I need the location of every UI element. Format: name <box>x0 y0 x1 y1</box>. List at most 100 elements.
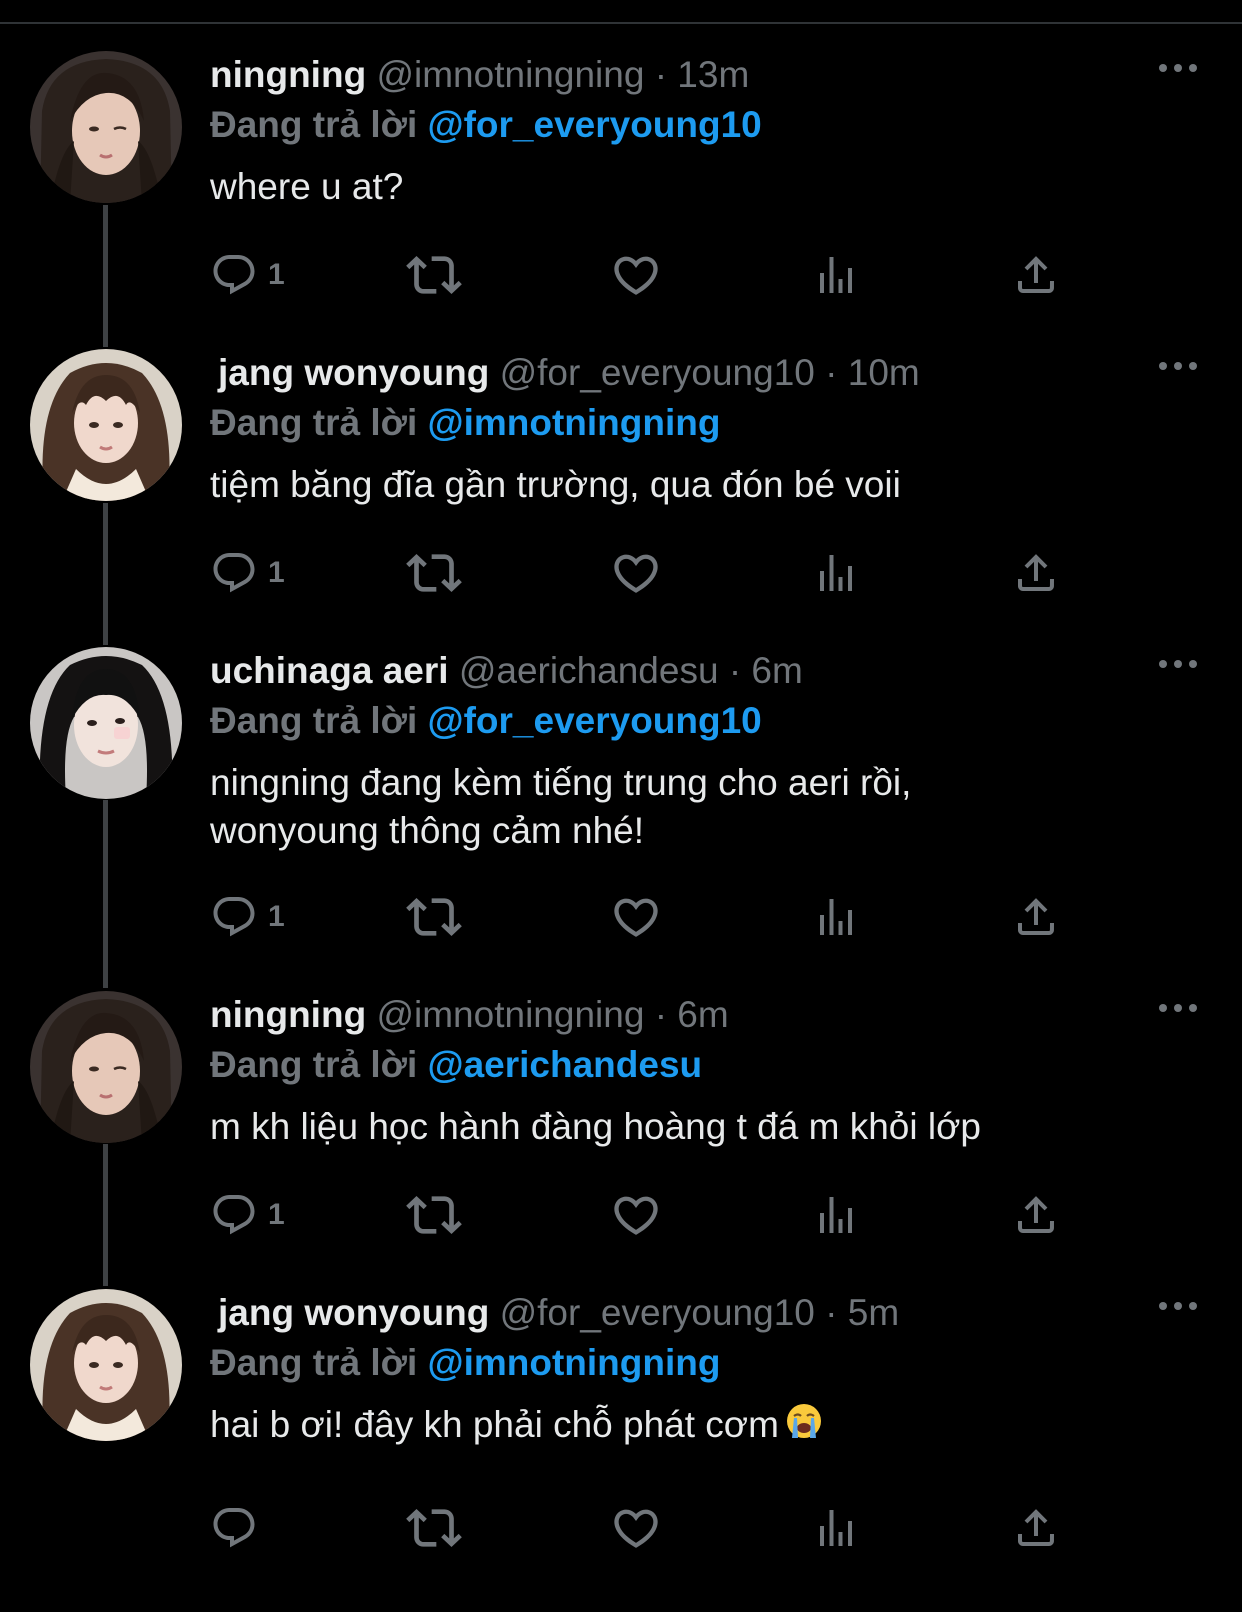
timestamp[interactable]: · 5m <box>825 1292 899 1333</box>
reply-button[interactable]: 1 <box>210 892 285 942</box>
timestamp[interactable]: · 10m <box>825 352 920 393</box>
mention-link[interactable]: @for_everyoung10 <box>428 104 762 145</box>
handle[interactable]: @aerichandesu <box>459 650 719 691</box>
handle[interactable]: @imnotningning <box>376 54 644 95</box>
views-button[interactable] <box>812 1190 860 1240</box>
more-options-button[interactable] <box>1158 657 1198 677</box>
reply-icon <box>210 251 258 299</box>
tweet-text: ningning đang kèm tiếng trung cho aeri r… <box>210 759 1170 855</box>
retweet-icon <box>406 247 462 303</box>
tweet-text-content: hai b ơi! đây kh phải chỗ phát cơm <box>210 1404 779 1445</box>
reply-count: 1 <box>268 556 285 589</box>
reply-button[interactable]: 1 <box>210 1190 285 1240</box>
share-button[interactable] <box>1012 1190 1060 1240</box>
reply-count: 1 <box>268 1198 285 1231</box>
reply-count: 1 <box>268 900 285 933</box>
heart-icon <box>610 1502 662 1554</box>
retweet-button[interactable] <box>406 548 462 598</box>
retweet-button[interactable] <box>406 250 462 300</box>
avatar[interactable] <box>30 349 182 501</box>
retweet-button[interactable] <box>406 892 462 942</box>
share-button[interactable] <box>1012 250 1060 300</box>
heart-icon <box>610 891 662 943</box>
handle[interactable]: @for_everyoung10 <box>500 352 815 393</box>
replying-to: Đang trả lời @for_everyoung10 <box>210 103 762 147</box>
mention-link[interactable]: @aerichandesu <box>428 1044 703 1085</box>
tweet-header: ningning @imnotningning · 6m <box>210 993 729 1037</box>
tweet-header: ningning @imnotningning · 13m <box>210 53 749 97</box>
heart-icon <box>610 1189 662 1241</box>
more-horizontal-icon <box>1158 1300 1198 1312</box>
reply-button[interactable]: 1 <box>210 548 285 598</box>
tweet-text: tiệm băng đĩa gần trường, qua đón bé voi… <box>210 464 901 505</box>
retweet-icon <box>406 545 462 601</box>
replying-to: Đang trả lời @imnotningning <box>210 1341 720 1385</box>
timestamp[interactable]: · 6m <box>655 994 729 1035</box>
timestamp[interactable]: · 13m <box>655 54 750 95</box>
mention-link[interactable]: @imnotningning <box>428 402 721 443</box>
like-button[interactable] <box>610 1190 662 1240</box>
bar-chart-icon <box>812 893 860 941</box>
reply-icon <box>210 1191 258 1239</box>
display-name[interactable]: uchinaga aeri <box>210 650 449 691</box>
tweet[interactable]: jang wonyoung @for_everyoung10 · 5m Đang… <box>0 1289 1242 1612</box>
retweet-icon <box>406 889 462 945</box>
more-horizontal-icon <box>1158 658 1198 670</box>
like-button[interactable] <box>610 548 662 598</box>
more-options-button[interactable] <box>1158 1001 1198 1021</box>
replying-to-label: Đang trả lời <box>210 104 428 145</box>
share-icon <box>1012 251 1060 299</box>
like-button[interactable] <box>610 892 662 942</box>
share-button[interactable] <box>1012 548 1060 598</box>
handle[interactable]: @for_everyoung10 <box>500 1292 815 1333</box>
share-icon <box>1012 893 1060 941</box>
mention-link[interactable]: @for_everyoung10 <box>428 700 762 741</box>
more-options-button[interactable] <box>1158 61 1198 81</box>
tweet-text: m kh liệu học hành đàng hoàng t đá m khỏ… <box>210 1106 981 1147</box>
more-horizontal-icon <box>1158 1002 1198 1014</box>
share-icon <box>1012 1191 1060 1239</box>
display-name[interactable]: ningning <box>210 54 366 95</box>
avatar[interactable] <box>30 647 182 799</box>
replying-to-label: Đang trả lời <box>210 402 428 443</box>
display-name[interactable]: jang wonyoung <box>218 352 489 393</box>
heart-icon <box>610 547 662 599</box>
like-button[interactable] <box>610 250 662 300</box>
tweet-header: jang wonyoung @for_everyoung10 · 10m <box>218 351 920 395</box>
reply-icon <box>210 893 258 941</box>
tweet-text-line: ningning đang kèm tiếng trung cho aeri r… <box>210 762 912 803</box>
tweet[interactable]: jang wonyoung @for_everyoung10 · 10m Đan… <box>0 349 1242 609</box>
more-options-button[interactable] <box>1158 1299 1198 1319</box>
share-button[interactable] <box>1012 1503 1060 1553</box>
views-button[interactable] <box>812 548 860 598</box>
tweet-header: jang wonyoung @for_everyoung10 · 5m <box>218 1291 899 1335</box>
retweet-button[interactable] <box>406 1190 462 1240</box>
tweet[interactable]: uchinaga aeri @aerichandesu · 6m Đang tr… <box>0 647 1242 957</box>
more-options-button[interactable] <box>1158 359 1198 379</box>
views-button[interactable] <box>812 1503 860 1553</box>
display-name[interactable]: ningning <box>210 994 366 1035</box>
like-button[interactable] <box>610 1503 662 1553</box>
tweet[interactable]: ningning @imnotningning · 13m Đang trả l… <box>0 51 1242 311</box>
reply-count: 1 <box>268 258 285 291</box>
loudly-crying-face-emoji <box>785 1402 823 1452</box>
top-divider <box>0 0 1242 24</box>
views-button[interactable] <box>812 892 860 942</box>
display-name[interactable]: jang wonyoung <box>218 1292 489 1333</box>
mention-link[interactable]: @imnotningning <box>428 1342 721 1383</box>
reply-button[interactable]: 1 <box>210 250 285 300</box>
retweet-icon <box>406 1187 462 1243</box>
avatar[interactable] <box>30 991 182 1143</box>
views-button[interactable] <box>812 250 860 300</box>
tweet[interactable]: ningning @imnotningning · 6m Đang trả lờ… <box>0 991 1242 1251</box>
tweet-text: where u at? <box>210 166 404 207</box>
share-button[interactable] <box>1012 892 1060 942</box>
retweet-button[interactable] <box>406 1503 462 1553</box>
tweet-header: uchinaga aeri @aerichandesu · 6m <box>210 649 803 693</box>
replying-to: Đang trả lời @for_everyoung10 <box>210 699 762 743</box>
timestamp[interactable]: · 6m <box>729 650 803 691</box>
avatar[interactable] <box>30 51 182 203</box>
handle[interactable]: @imnotningning <box>376 994 644 1035</box>
reply-button[interactable] <box>210 1503 268 1553</box>
avatar[interactable] <box>30 1289 182 1441</box>
